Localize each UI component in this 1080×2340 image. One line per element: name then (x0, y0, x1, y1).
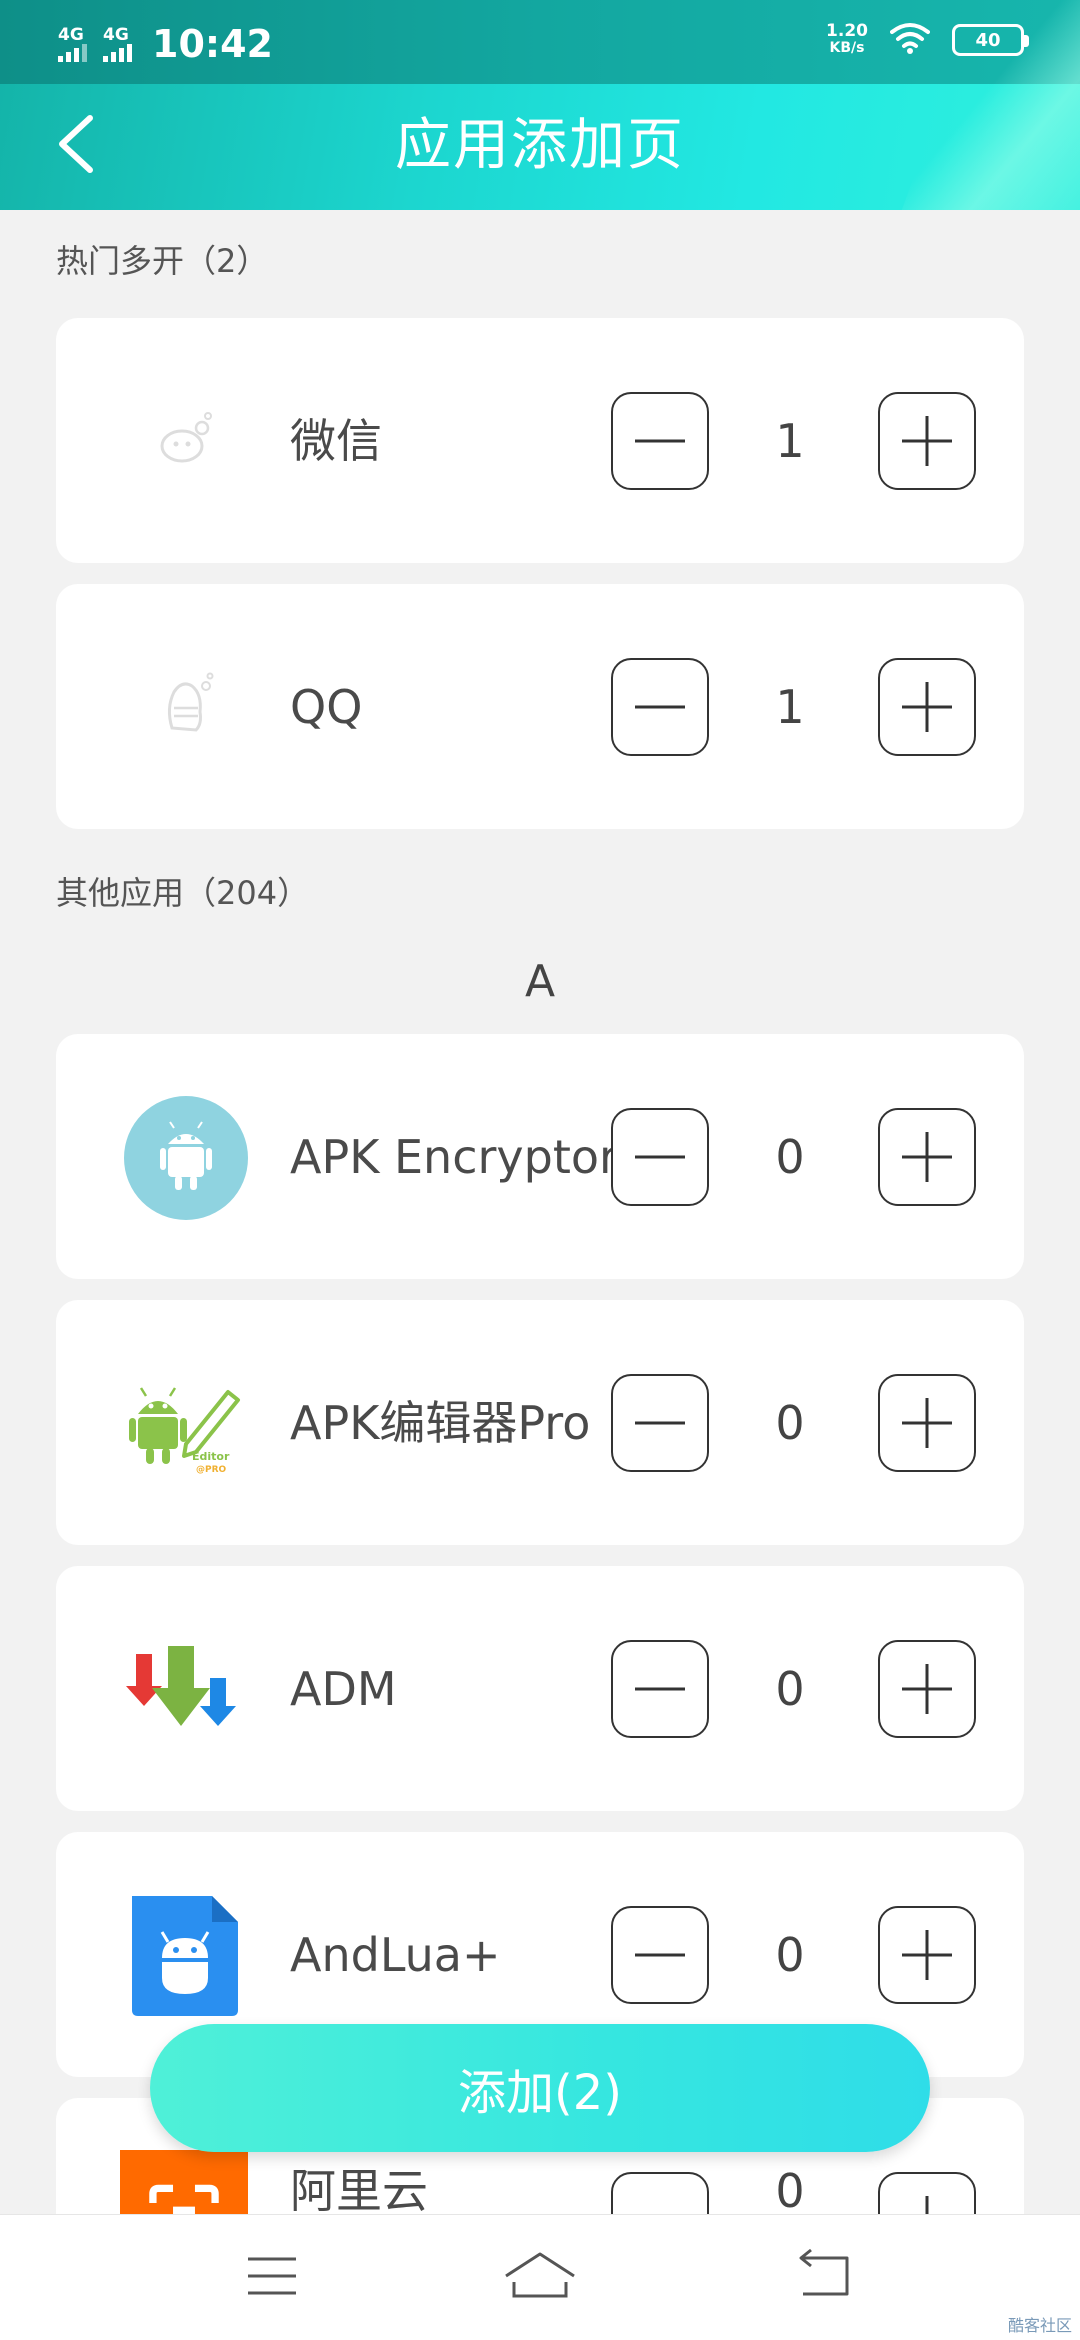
back-arrow-icon (799, 2248, 849, 2296)
nav-home-button[interactable] (500, 2241, 580, 2311)
plus-icon (902, 1664, 952, 1714)
plus-icon (902, 682, 952, 732)
status-right: 1.20 KB/s 40 (826, 21, 1029, 58)
index-letter: A (524, 956, 556, 1007)
decrement-button[interactable] (611, 658, 709, 756)
wechat-placeholder-icon (122, 378, 250, 506)
adm-download-icon (122, 1626, 250, 1754)
decrement-button[interactable] (611, 1108, 709, 1206)
instance-count: 1 (775, 679, 805, 734)
signal-bars-icon (58, 44, 87, 62)
minus-icon (635, 439, 685, 443)
watermark: 酷客社区 (1007, 2316, 1072, 2335)
signal-2: 4G (103, 26, 132, 62)
apk-editor-icon: Editor @PRO (122, 1360, 250, 1488)
instance-count: 0 (775, 1661, 805, 1716)
add-button[interactable]: 添加(2) (150, 2024, 930, 2152)
header: 4G 4G 10:42 1.20 KB/s 40 应用添加页 (0, 0, 1080, 210)
app-card-adm: ADM 0 (56, 1566, 1024, 1811)
nav-back-button[interactable] (784, 2241, 864, 2311)
minus-icon (635, 1687, 685, 1691)
instance-count: 0 (775, 1129, 805, 1184)
app-name: APK编辑器Pro (290, 1395, 591, 1450)
andlua-file-icon (122, 1892, 250, 2020)
app-name: APK Encryptor (290, 1129, 618, 1184)
svg-text:Editor: Editor (192, 1450, 230, 1463)
app-name: 微信 (290, 413, 382, 468)
android-circle-icon (122, 1094, 250, 1222)
app-card-apk-editor: Editor @PRO APK编辑器Pro 0 (56, 1300, 1024, 1545)
instance-count: 1 (775, 413, 805, 468)
decrement-button[interactable] (611, 1374, 709, 1472)
increment-button[interactable] (878, 658, 976, 756)
app-card-qq: QQ 1 (56, 584, 1024, 829)
decrement-button[interactable] (611, 1640, 709, 1738)
wifi-icon (890, 22, 930, 58)
plus-icon (902, 1930, 952, 1980)
instance-count: 0 (775, 1395, 805, 1450)
svg-text:@PRO: @PRO (196, 1465, 227, 1475)
app-card-wechat: 微信 1 (56, 318, 1024, 563)
increment-button[interactable] (878, 1640, 976, 1738)
increment-button[interactable] (878, 1374, 976, 1472)
home-icon (505, 2252, 575, 2298)
minus-icon (635, 705, 685, 709)
page-title: 应用添加页 (395, 113, 685, 178)
status-left: 4G 4G 10:42 (58, 22, 273, 66)
decrement-button[interactable] (611, 392, 709, 490)
hot-section-label: 热门多开（2） (56, 242, 269, 280)
network-speed: 1.20 KB/s (826, 21, 868, 57)
minus-icon (635, 1421, 685, 1425)
minus-icon (635, 1953, 685, 1957)
system-nav-bar: 酷客社区 (0, 2214, 1080, 2340)
signal-1: 4G (58, 26, 87, 62)
qq-placeholder-icon (122, 644, 250, 772)
app-name: QQ (290, 679, 363, 734)
app-card-apk-encryptor: APK Encryptor 0 (56, 1034, 1024, 1279)
signal-bars-icon (103, 44, 132, 62)
app-name: ADM (290, 1661, 397, 1716)
increment-button[interactable] (878, 1906, 976, 2004)
increment-button[interactable] (878, 1108, 976, 1206)
increment-button[interactable] (878, 392, 976, 490)
clock: 10:42 (152, 22, 273, 66)
battery-icon: 40 (952, 24, 1029, 56)
other-section-label: 其他应用（204） (56, 874, 310, 912)
nav-menu-button[interactable] (232, 2241, 312, 2311)
menu-icon (248, 2257, 296, 2295)
plus-icon (902, 1132, 952, 1182)
plus-icon (902, 1398, 952, 1448)
plus-icon (902, 416, 952, 466)
minus-icon (635, 1155, 685, 1159)
decrement-button[interactable] (611, 1906, 709, 2004)
